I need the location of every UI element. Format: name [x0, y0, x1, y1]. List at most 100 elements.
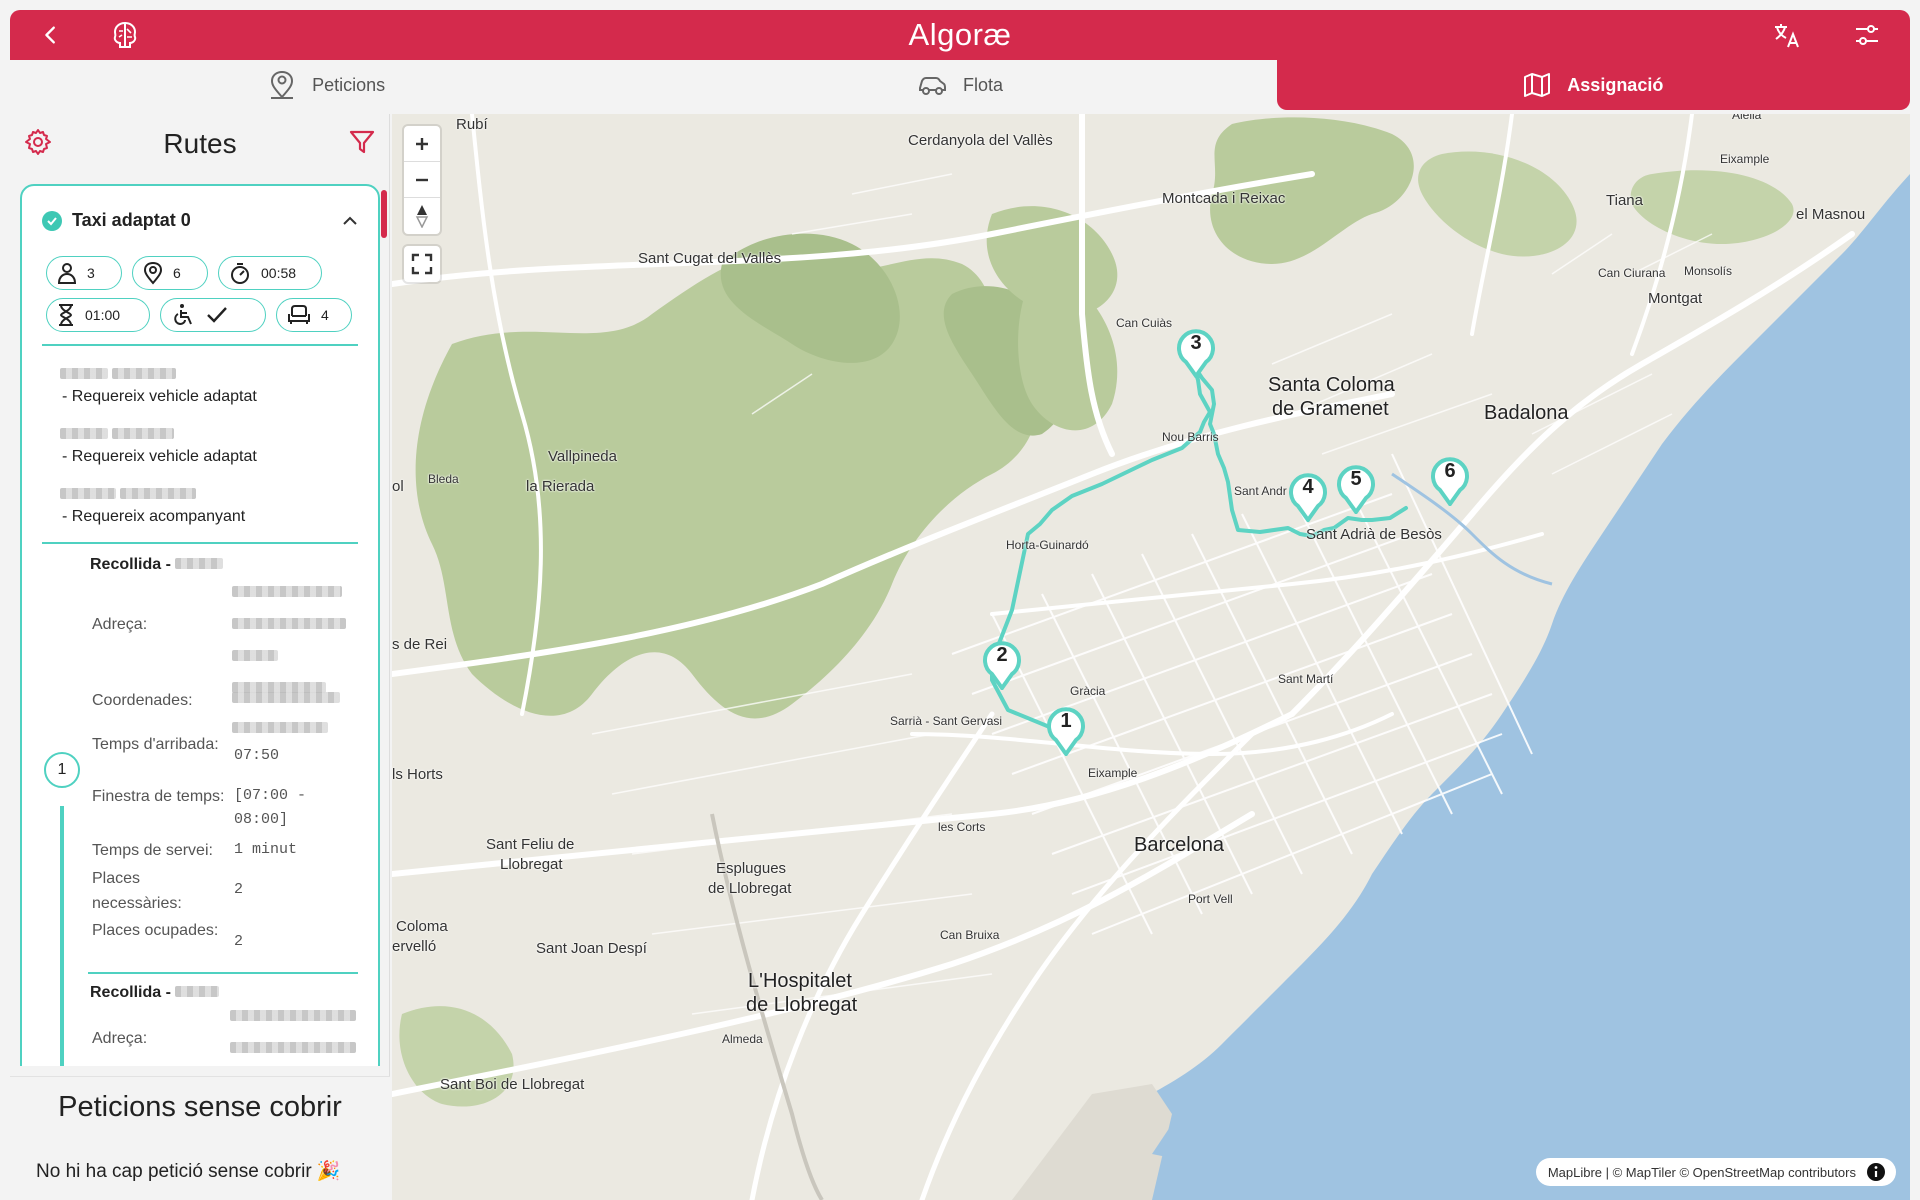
requirement-1: - Requereix vehicle adaptat	[62, 388, 257, 405]
map-label-badalona: Badalona	[1484, 402, 1569, 424]
map-label-santadria: Sant Adrià de Besòs	[1306, 526, 1442, 543]
map-label-santfeliu-1: Sant Feliu de	[486, 836, 575, 853]
uncovered-message: No hi ha cap petició sense cobrir 🎉	[36, 1161, 341, 1182]
sliders-icon	[1856, 25, 1878, 45]
wheelchair-icon	[174, 304, 192, 326]
map-label-santacoloma-1: Santa Coloma	[1268, 374, 1395, 396]
stop-1-number: 1	[44, 752, 80, 788]
info-icon[interactable]	[1866, 1162, 1886, 1182]
routes-filter-button[interactable]	[348, 128, 376, 161]
map-label-noubarris: Nou Barris	[1162, 430, 1219, 444]
map-label-eixample-ne: Eixample	[1720, 152, 1770, 166]
car-icon	[918, 77, 946, 95]
location-pin-icon	[143, 261, 163, 285]
routes-sidebar: Rutes Taxi adaptat 0 3 6 00:58 01:00 4 -…	[10, 114, 390, 1200]
stop-2-title: Recollida -	[90, 984, 220, 1002]
translate-icon	[1775, 24, 1799, 48]
route-marker-4[interactable]: 4	[1288, 472, 1328, 524]
map-label-esplugues-2: de Llobregat	[708, 880, 792, 897]
routes-list[interactable]: Taxi adaptat 0 3 6 00:58 01:00 4 - Reque…	[20, 184, 380, 1066]
route-marker-2[interactable]: 2	[982, 640, 1022, 692]
person-pin-icon	[271, 70, 294, 99]
redacted-name-1	[60, 366, 177, 384]
person-icon	[57, 263, 77, 284]
map-label-sarria: Sarrià - Sant Gervasi	[890, 714, 1003, 728]
map-label-eixample: Eixample	[1088, 766, 1138, 780]
duration-value: 00:58	[261, 265, 297, 281]
map-label-santjoan: Sant Joan Despí	[536, 940, 647, 957]
map-attribution[interactable]: MapLibre | © MapTiler © OpenStreetMap co…	[1535, 1158, 1896, 1186]
filter-icon	[349, 130, 375, 154]
zoom-in-button[interactable]	[404, 126, 440, 162]
stop-2-address-label: Adreça:	[92, 1030, 148, 1047]
map-icon	[1524, 73, 1551, 97]
zoom-out-button[interactable]	[404, 162, 440, 198]
route-marker-5[interactable]: 5	[1336, 464, 1376, 516]
duration-chip: 00:58	[218, 256, 322, 290]
hourglass-icon	[59, 304, 73, 326]
routes-title: Rutes	[163, 128, 237, 159]
map-label-hospitalet-1: L'Hospitalet	[748, 970, 852, 992]
tab-assignacio[interactable]: Assignació	[1276, 60, 1910, 110]
route-marker-1[interactable]: 1	[1046, 706, 1086, 758]
filters-settings-button[interactable]	[1850, 18, 1884, 52]
route-name: Taxi adaptat 0	[72, 210, 191, 230]
route-marker-2-label: 2	[996, 644, 1008, 666]
stop-1-type: Recollida -	[90, 556, 171, 573]
uncovered-requests-panel: Peticions sense cobrir No hi ha cap peti…	[10, 1076, 390, 1200]
map-label-lariera: la Rierada	[526, 478, 595, 495]
plus-icon	[416, 137, 428, 150]
map-view[interactable]: Rubí Cerdanyola del Vallès Montcada i Re…	[392, 114, 1910, 1200]
requirement-3: - Requereix acompanyant	[62, 508, 246, 525]
map-label-montcada: Montcada i Reixac	[1162, 190, 1286, 207]
translate-button[interactable]	[1770, 18, 1804, 52]
routes-scrollbar-thumb[interactable]	[381, 190, 387, 238]
map-label-ol: ol	[392, 478, 404, 495]
stop-1-address-label: Adreça:	[92, 616, 148, 633]
route-marker-3-label: 3	[1190, 332, 1202, 354]
tab-peticions[interactable]: Peticions	[10, 60, 643, 110]
map-label-monsolis: Monsolís	[1684, 264, 1733, 278]
map-label-portvell: Port Vell	[1188, 892, 1233, 906]
map-label-hospitalet-2: de Llobregat	[746, 994, 858, 1016]
tab-assignacio-label: Assignació	[1567, 74, 1664, 95]
route-card-title[interactable]: Taxi adaptat 0	[42, 210, 191, 231]
routes-header: Rutes	[10, 114, 390, 178]
attribution-text: MapLibre | © MapTiler © OpenStreetMap co…	[1547, 1164, 1856, 1180]
route-marker-3[interactable]: 3	[1176, 328, 1216, 380]
passengers-count: 3	[87, 265, 95, 281]
map-label-bleda: Bleda	[428, 472, 459, 486]
stop-separator	[88, 972, 358, 974]
timeline-line	[60, 806, 64, 1066]
route-marker-4-label: 4	[1302, 476, 1314, 498]
wait-value: 01:00	[85, 307, 121, 323]
stop-1-arrival-value: 07:50	[234, 747, 280, 764]
passengers-chip: 3	[46, 256, 122, 290]
map-label-cerdanyola: Cerdanyola del Vallès	[908, 132, 1053, 149]
route-marker-6-label: 6	[1444, 460, 1456, 482]
stop-1-window-label: Finestra de temps:	[92, 788, 225, 805]
fullscreen-control	[404, 246, 440, 282]
minus-icon	[416, 178, 428, 181]
map-label-santboi: Sant Boi de Llobregat	[440, 1076, 585, 1093]
compass-button[interactable]	[404, 198, 440, 234]
tab-flota[interactable]: Flota	[643, 60, 1276, 110]
stop-1-window-value: [07:00 - 08:00]	[234, 787, 307, 828]
map-label-coloma-2: ervelló	[392, 938, 437, 955]
redacted-name-3	[60, 486, 197, 504]
stop-1-occupied-value: 2	[234, 933, 244, 950]
stop-1-coords-redacted	[232, 690, 352, 738]
main-tabs: Peticions Flota Assignació	[10, 60, 1910, 110]
fullscreen-icon	[411, 253, 433, 275]
fullscreen-button[interactable]	[404, 246, 440, 282]
stop-2-type: Recollida -	[90, 984, 171, 1001]
route-marker-6[interactable]: 6	[1430, 456, 1470, 508]
seat-icon	[288, 305, 310, 324]
collapse-button[interactable]	[342, 214, 358, 232]
routes-scrollbar[interactable]	[380, 176, 388, 1066]
stop-1-arrival-label: Temps d'arribada:	[92, 736, 219, 753]
map-label-coloma-1: Coloma	[396, 918, 448, 935]
compass-icon	[415, 205, 429, 228]
map-label-rubi: Rubí	[456, 116, 488, 133]
stops-chip: 6	[132, 256, 208, 290]
